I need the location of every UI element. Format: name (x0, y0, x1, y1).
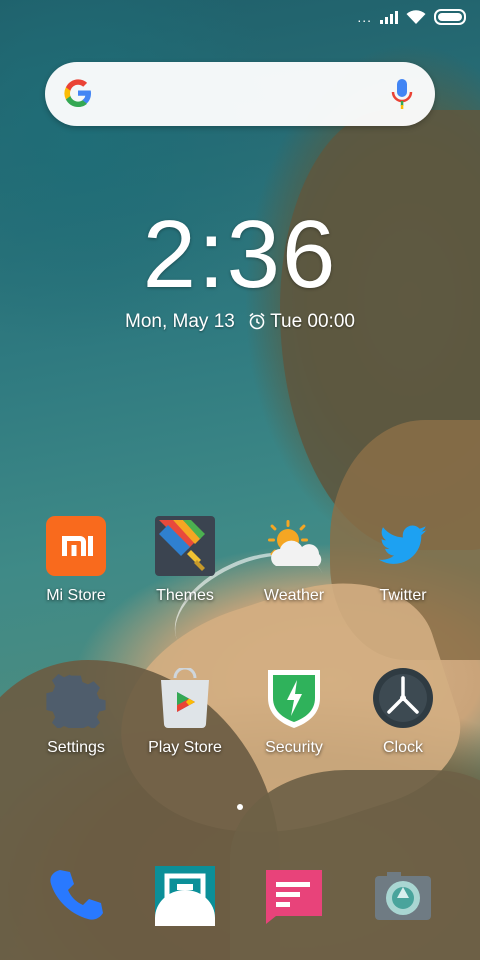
app-label: Weather (263, 587, 325, 604)
app-label: Mi Store (46, 587, 106, 604)
battery-icon (434, 9, 466, 25)
dock-messaging[interactable] (239, 866, 349, 926)
app-twitter[interactable]: Twitter (348, 516, 458, 605)
app-mi-store[interactable]: Mi Store (21, 516, 131, 605)
app-label: Clock (382, 739, 423, 756)
app-security[interactable]: Security (239, 668, 349, 757)
clock-time[interactable]: 2:36 (0, 200, 480, 310)
app-themes[interactable]: Themes (130, 516, 240, 605)
status-bar: ... (0, 0, 480, 34)
clock-icon (373, 668, 433, 728)
settings-icon (46, 668, 106, 735)
wifi-icon (406, 9, 426, 24)
app-clock[interactable]: Clock (348, 668, 458, 757)
app-weather[interactable]: Weather (239, 516, 349, 605)
notification-dots: ... (357, 9, 372, 25)
google-search-bar[interactable] (45, 62, 435, 126)
maxthon-browser-icon (155, 866, 215, 926)
wallpaper (0, 0, 480, 960)
weather-icon (264, 516, 324, 576)
dock-browser[interactable] (130, 866, 240, 926)
clock-date-line[interactable]: Mon, May 13 Tue 00:00 (0, 311, 480, 333)
dock-phone[interactable] (21, 866, 131, 926)
play-store-icon (155, 666, 215, 728)
app-label: Settings (47, 739, 105, 756)
alarm-time: Tue 00:00 (270, 311, 355, 332)
google-logo-icon (64, 79, 91, 107)
clock-date: Mon, May 13 (125, 311, 235, 332)
phone-icon (46, 866, 106, 926)
mic-icon[interactable] (391, 78, 413, 110)
messaging-icon (264, 866, 324, 926)
twitter-icon (373, 516, 433, 576)
app-settings[interactable]: Settings (21, 668, 131, 757)
themes-icon (155, 516, 215, 576)
dock-camera[interactable] (348, 866, 458, 926)
mi-store-icon (46, 516, 106, 576)
page-indicator (237, 804, 243, 810)
signal-icon (380, 10, 398, 24)
alarm-icon (249, 312, 265, 330)
app-label: Security (265, 739, 323, 756)
app-label: Themes (156, 587, 214, 604)
app-label: Play Store (148, 739, 222, 756)
app-label: Twitter (379, 587, 427, 604)
camera-icon (373, 866, 433, 926)
security-icon (264, 668, 324, 728)
app-play-store[interactable]: Play Store (130, 666, 240, 757)
